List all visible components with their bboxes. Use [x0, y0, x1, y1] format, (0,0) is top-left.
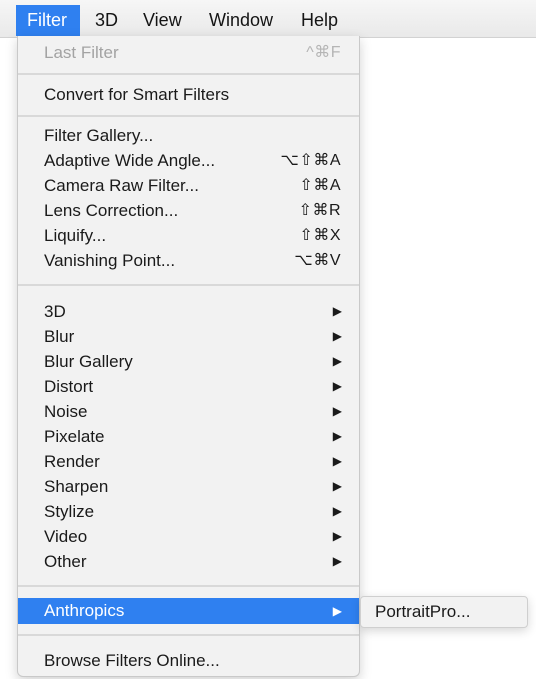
menu-item-label: 3D: [44, 302, 66, 321]
menu-item-adaptive-wide-angle[interactable]: Adaptive Wide Angle... ⌥⇧⌘A: [18, 148, 359, 173]
submenu-arrow-icon: ▶: [332, 554, 342, 568]
menubar-help[interactable]: Help: [301, 5, 338, 36]
submenu-arrow-icon: ▶: [332, 604, 342, 618]
menu-item-label: Adaptive Wide Angle...: [44, 151, 216, 170]
shortcut-label: ⇧⌘R: [298, 202, 341, 219]
menu-item-noise[interactable]: Noise ▶: [18, 399, 359, 424]
menu-item-browse-filters-online[interactable]: Browse Filters Online...: [18, 648, 359, 673]
anthropics-submenu: PortraitPro...: [360, 596, 528, 628]
menu-item-last-filter: Last Filter ^⌘F: [18, 40, 359, 65]
menu-item-label: Blur Gallery: [44, 352, 133, 371]
submenu-arrow-icon: ▶: [332, 479, 342, 493]
menu-item-label: Blur: [44, 327, 75, 346]
menu-item-label: Noise: [44, 402, 88, 421]
menu-separator: [18, 634, 359, 636]
menu-item-vanishing-point[interactable]: Vanishing Point... ⌥⌘V: [18, 248, 359, 273]
menu-item-filter-gallery[interactable]: Filter Gallery...: [18, 123, 359, 148]
menu-item-other[interactable]: Other ▶: [18, 549, 359, 574]
menubar-window[interactable]: Window: [209, 5, 273, 36]
menu-item-label: Pixelate: [44, 427, 105, 446]
menu-item-liquify[interactable]: Liquify... ⇧⌘X: [18, 223, 359, 248]
shortcut-label: ⇧⌘A: [299, 177, 341, 194]
menu-item-video[interactable]: Video ▶: [18, 524, 359, 549]
submenu-arrow-icon: ▶: [332, 354, 342, 368]
menu-item-render[interactable]: Render ▶: [18, 449, 359, 474]
submenu-arrow-icon: ▶: [332, 379, 342, 393]
shortcut-label: ^⌘F: [306, 44, 341, 61]
shortcut-label: ⌥⇧⌘A: [280, 152, 341, 169]
menu-item-sharpen[interactable]: Sharpen ▶: [18, 474, 359, 499]
filter-menu: Last Filter ^⌘F Convert for Smart Filter…: [17, 36, 360, 677]
menu-item-blur[interactable]: Blur ▶: [18, 324, 359, 349]
submenu-arrow-icon: ▶: [332, 404, 342, 418]
menu-item-convert-smart-filters[interactable]: Convert for Smart Filters: [18, 82, 359, 107]
submenu-arrow-icon: ▶: [332, 504, 342, 518]
menu-item-label: Other: [44, 552, 87, 571]
submenu-arrow-icon: ▶: [332, 529, 342, 543]
submenu-arrow-icon: ▶: [332, 454, 342, 468]
menu-item-label: Stylize: [44, 502, 95, 521]
menu-item-label: Distort: [44, 377, 94, 396]
menu-separator: [18, 115, 359, 117]
menu-item-3d[interactable]: 3D ▶: [18, 299, 359, 324]
menu-item-label: Lens Correction...: [44, 201, 179, 220]
menu-item-label: Sharpen: [44, 477, 109, 496]
menu-item-label: Camera Raw Filter...: [44, 176, 199, 195]
menu-item-label: Liquify...: [44, 226, 107, 245]
menu-item-anthropics[interactable]: Anthropics ▶: [18, 598, 359, 624]
menu-item-label: Last Filter: [44, 43, 119, 62]
menu-item-blur-gallery[interactable]: Blur Gallery ▶: [18, 349, 359, 374]
shortcut-label: ⇧⌘X: [299, 227, 341, 244]
menubar-filter[interactable]: Filter: [16, 5, 80, 36]
menu-item-portraitpro[interactable]: PortraitPro...: [361, 599, 527, 625]
menu-item-label: Anthropics: [44, 601, 125, 620]
menu-item-lens-correction[interactable]: Lens Correction... ⇧⌘R: [18, 198, 359, 223]
menu-separator: [18, 73, 359, 75]
menu-separator: [18, 585, 359, 587]
menubar-view[interactable]: View: [143, 5, 182, 36]
menu-item-label: Filter Gallery...: [44, 126, 154, 145]
menu-item-label: Video: [44, 527, 88, 546]
menu-item-label: Vanishing Point...: [44, 251, 176, 270]
menu-item-pixelate[interactable]: Pixelate ▶: [18, 424, 359, 449]
menu-item-label: Browse Filters Online...: [44, 651, 220, 670]
menubar-3d[interactable]: 3D: [95, 5, 118, 36]
submenu-arrow-icon: ▶: [332, 304, 342, 318]
submenu-arrow-icon: ▶: [332, 329, 342, 343]
menu-item-distort[interactable]: Distort ▶: [18, 374, 359, 399]
menu-separator: [18, 284, 359, 286]
menu-item-camera-raw-filter[interactable]: Camera Raw Filter... ⇧⌘A: [18, 173, 359, 198]
shortcut-label: ⌥⌘V: [294, 252, 341, 269]
menu-bar: Filter 3D View Window Help: [0, 0, 536, 38]
menu-item-label: Render: [44, 452, 100, 471]
menu-item-stylize[interactable]: Stylize ▶: [18, 499, 359, 524]
menu-item-label: Convert for Smart Filters: [44, 85, 230, 104]
submenu-arrow-icon: ▶: [332, 429, 342, 443]
